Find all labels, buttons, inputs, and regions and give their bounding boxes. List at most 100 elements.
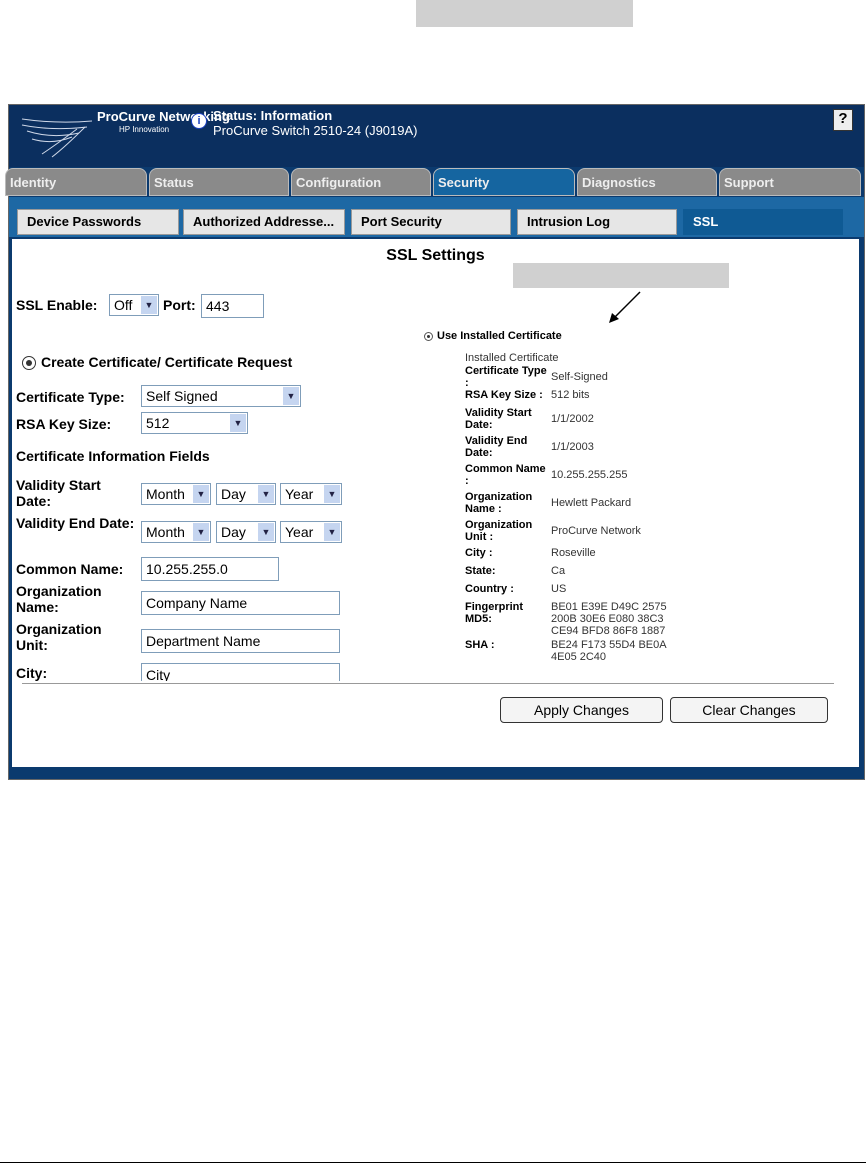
divider (22, 683, 834, 684)
page-title: SSL Settings (386, 247, 485, 264)
cert-row-value: 1/1/2002 (551, 413, 594, 425)
port-input[interactable]: 443 (201, 294, 264, 318)
ssl-enable-label: SSL Enable: (16, 297, 98, 313)
subtab-intrusion-log[interactable]: Intrusion Log (517, 209, 677, 235)
cert-row: Validity End Date: 1/1/2003 (465, 435, 685, 463)
cert-row: City : Roseville (465, 547, 685, 565)
cert-row-value: US (551, 583, 567, 595)
callout-box-top (416, 0, 633, 27)
installed-certificate-heading: Installed Certificate (465, 352, 559, 364)
clear-changes-button[interactable]: Clear Changes (670, 697, 828, 723)
validity-end-label: Validity End Date: (16, 515, 135, 531)
cert-row-key: Validity End Date: (465, 435, 528, 459)
start-day-select[interactable]: Day ▼ (216, 483, 276, 505)
rsa-key-size-value: 512 (146, 415, 170, 431)
help-button[interactable]: ? (833, 109, 853, 131)
subtab-authorized-addresses[interactable]: Authorized Addresse... (183, 209, 345, 235)
tab-status[interactable]: Status (149, 168, 289, 196)
ssl-enable-select[interactable]: Off ▼ (109, 294, 159, 316)
cert-row-value: 1/1/2003 (551, 441, 594, 453)
page-rule (0, 1162, 866, 1163)
use-installed-radio[interactable] (424, 332, 433, 341)
header: ProCurve Networking HP Innovation i Stat… (9, 105, 864, 167)
chevron-down-icon: ▼ (283, 387, 299, 405)
cert-row-value: BE01 E39E D49C 2575 200B 30E6 E080 38C3 … (551, 601, 667, 637)
cert-row-value: ProCurve Network (551, 525, 641, 537)
cert-row: Fingerprint MD5: BE01 E39E D49C 2575 200B… (465, 601, 685, 639)
ssl-enable-value: Off (114, 297, 133, 313)
cert-row-key: Country : (465, 583, 514, 595)
tab-configuration[interactable]: Configuration (291, 168, 431, 196)
tab-support[interactable]: Support (719, 168, 861, 196)
common-name-label: Common Name: (16, 561, 124, 577)
cert-row-key: RSA Key Size : (465, 389, 543, 401)
cert-row: Common Name : 10.255.255.255 (465, 463, 685, 491)
app-window: ProCurve Networking HP Innovation i Stat… (5, 104, 865, 780)
brand-tagline: HP Innovation (119, 125, 170, 134)
cert-row: Certificate Type : Self-Signed (465, 365, 685, 389)
city-input[interactable]: City (141, 663, 340, 681)
org-unit-label: Organization Unit: (16, 621, 102, 653)
subtab-port-security[interactable]: Port Security (351, 209, 511, 235)
day-value: Day (221, 486, 246, 502)
chevron-down-icon: ▼ (324, 485, 340, 503)
validity-start-label: Validity Start Date: (16, 477, 101, 509)
callout-box (513, 263, 729, 288)
cert-row-key: Organization Name : (465, 491, 533, 515)
start-month-select[interactable]: Month ▼ (141, 483, 211, 505)
org-name-input[interactable]: Company Name (141, 591, 340, 615)
cert-row: State: Ca (465, 565, 685, 583)
cert-row-key: Fingerprint MD5: (465, 601, 524, 625)
end-year-select[interactable]: Year ▼ (280, 521, 342, 543)
use-installed-label: Use Installed Certificate (437, 330, 562, 342)
cert-row-key: Certificate Type : (465, 365, 547, 389)
scroll-clip: City: City (12, 661, 352, 681)
create-certificate-radio[interactable] (22, 356, 36, 370)
apply-changes-button[interactable]: Apply Changes (500, 697, 663, 723)
tab-diagnostics[interactable]: Diagnostics (577, 168, 717, 196)
chevron-down-icon: ▼ (258, 523, 274, 541)
org-unit-input[interactable]: Department Name (141, 629, 340, 653)
start-year-select[interactable]: Year ▼ (280, 483, 342, 505)
create-certificate-label: Create Certificate/ Certificate Request (41, 354, 293, 370)
year-value: Year (285, 524, 314, 540)
cert-row-key: SHA : (465, 639, 495, 651)
content-panel: SSL Settings SSL Enable: Off ▼ Port: 443 … (12, 239, 859, 767)
cert-row-value: 512 bits (551, 389, 590, 401)
cert-row-key: Validity Start Date: (465, 407, 532, 431)
cert-row-key: State: (465, 565, 496, 577)
day-value: Day (221, 524, 246, 540)
common-name-input[interactable]: 10.255.255.0 (141, 557, 279, 581)
cert-row-value: Self-Signed (551, 371, 608, 383)
subtab-device-passwords[interactable]: Device Passwords (17, 209, 179, 235)
chevron-down-icon: ▼ (141, 296, 157, 314)
cert-row: SHA : BE24 F173 55D4 BE0A 4E05 2C40 (465, 639, 685, 665)
cert-row: Organization Unit : ProCurve Network (465, 519, 685, 547)
subtab-ssl[interactable]: SSL (683, 209, 843, 235)
brand-name: ProCurve Networking (97, 109, 230, 124)
cert-type-select[interactable]: Self Signed ▼ (141, 385, 301, 407)
chevron-down-icon: ▼ (258, 485, 274, 503)
cert-type-label: Certificate Type: (16, 389, 125, 405)
procurve-logo-icon (21, 118, 93, 158)
month-value: Month (146, 486, 185, 502)
city-label: City: (16, 665, 48, 681)
port-label: Port: (163, 297, 196, 313)
rsa-key-size-label: RSA Key Size: (16, 416, 112, 432)
fields-heading: Certificate Information Fields (16, 448, 210, 464)
cert-row: Validity Start Date: 1/1/2002 (465, 407, 685, 435)
rsa-key-size-select[interactable]: 512 ▼ (141, 412, 248, 434)
tab-identity[interactable]: Identity (5, 168, 147, 196)
tab-security[interactable]: Security (433, 168, 575, 196)
cert-row-value: 10.255.255.255 (551, 469, 628, 481)
status-title: Status: Information (213, 108, 333, 123)
year-value: Year (285, 486, 314, 502)
chevron-down-icon: ▼ (193, 523, 209, 541)
end-day-select[interactable]: Day ▼ (216, 521, 276, 543)
info-icon: i (191, 113, 207, 129)
cert-row: Country : US (465, 583, 685, 601)
org-name-label: Organization Name: (16, 583, 102, 615)
cert-row: Organization Name : Hewlett Packard (465, 491, 685, 519)
end-month-select[interactable]: Month ▼ (141, 521, 211, 543)
cert-row: RSA Key Size : 512 bits (465, 389, 685, 407)
